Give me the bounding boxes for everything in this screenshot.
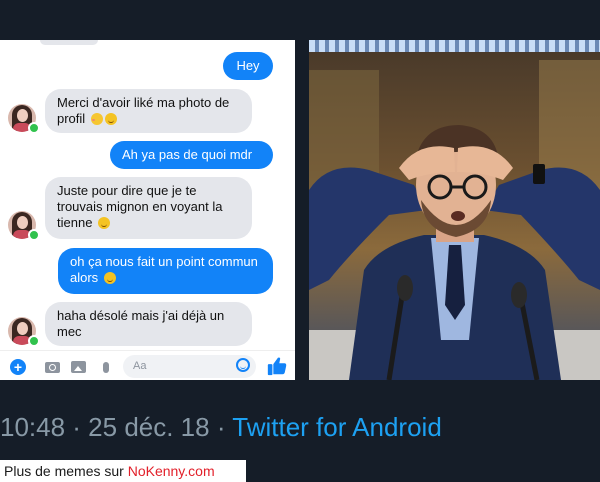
- smile-emoji-icon: [98, 217, 111, 229]
- smile-emoji-icon: [103, 272, 116, 284]
- man-shocked-figure: [309, 125, 600, 380]
- message-text: Merci d'avoir liké ma photo de profil: [57, 95, 230, 126]
- message-bubble-incoming[interactable]: haha désolé mais j'ai déjà un mec: [45, 302, 252, 346]
- meme-screenshot: Hey Merci d'avoir liké ma photo de profi…: [0, 0, 600, 482]
- previous-message-edge: [40, 40, 98, 45]
- gallery-icon[interactable]: [70, 359, 86, 375]
- message-text: Hey: [236, 58, 260, 73]
- plus-icon[interactable]: +: [10, 359, 26, 375]
- message-bubble-outgoing[interactable]: oh ça nous fait un point commun alors: [58, 248, 273, 294]
- message-text: Juste pour dire que je te trouvais migno…: [57, 183, 223, 230]
- message-bubble-incoming[interactable]: Juste pour dire que je te trouvais migno…: [45, 177, 252, 239]
- smiley-icon[interactable]: [236, 358, 250, 372]
- site-credit: Plus de memes sur NoKenny.com: [0, 460, 246, 482]
- camera-icon[interactable]: [44, 359, 60, 375]
- credit-brand-link[interactable]: NoKenny.com: [128, 463, 215, 479]
- message-input-placeholder: Aa: [133, 360, 147, 372]
- tweet-timestamp: 10:48 · 25 déc. 18 ·: [0, 412, 233, 442]
- tweet-source-link[interactable]: Twitter for Android: [232, 412, 442, 442]
- online-status-dot: [28, 229, 40, 241]
- message-bubble-incoming[interactable]: Merci d'avoir liké ma photo de profil: [45, 89, 252, 133]
- credit-text: Plus de memes sur: [4, 463, 128, 479]
- mic-icon[interactable]: [98, 359, 114, 375]
- thumbs-up-icon[interactable]: [266, 355, 288, 377]
- tweet-metadata: 10:48 · 25 déc. 18 · Twitter for Android: [0, 410, 442, 444]
- online-status-dot: [28, 335, 40, 347]
- message-input[interactable]: Aa: [123, 355, 256, 378]
- message-text: oh ça nous fait un point commun alors: [70, 254, 258, 285]
- message-bubble-outgoing[interactable]: Ah ya pas de quoi mdr: [110, 141, 273, 169]
- online-status-dot: [28, 122, 40, 134]
- grin-emoji-icon: [104, 113, 117, 125]
- message-text: Ah ya pas de quoi mdr: [122, 147, 253, 162]
- messenger-conversation: Hey Merci d'avoir liké ma photo de profi…: [0, 40, 295, 380]
- composer-bar: + Aa: [0, 350, 295, 380]
- message-bubble-outgoing[interactable]: Hey: [223, 52, 273, 80]
- reaction-photo: [309, 40, 600, 380]
- message-text: haha désolé mais j'ai déjà un mec: [57, 308, 225, 339]
- blush-emoji-icon: [90, 113, 103, 125]
